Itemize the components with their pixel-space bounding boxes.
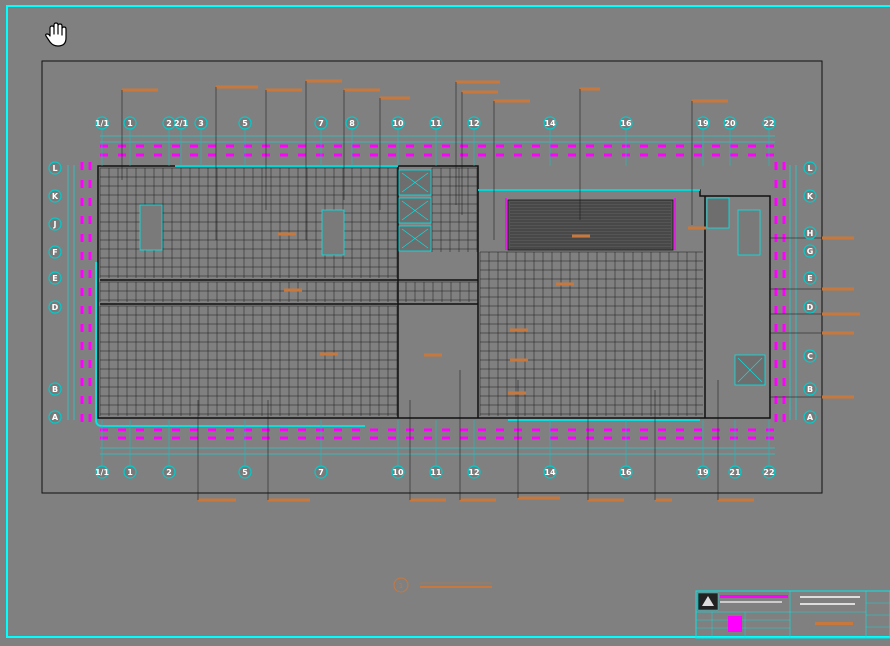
svg-text:14: 14 [544, 468, 556, 477]
grid-bubble-top: 12 [467, 116, 481, 130]
svg-text:D: D [52, 303, 59, 312]
svg-text:D: D [807, 303, 814, 312]
svg-text:1: 1 [127, 119, 133, 128]
floor-plan-drawing[interactable]: 1/1 1 2 2/1 3 5 7 8 10 11 12 14 16 19 20 221/1 1 2 5 7 10 11 1… [0, 0, 890, 646]
grid-bubble-right: C [803, 349, 817, 363]
svg-text:5: 5 [242, 468, 248, 477]
grid-bubble-right: A [803, 410, 817, 424]
svg-text:F: F [52, 248, 57, 257]
cad-viewport[interactable]: 1/1 1 2 2/1 3 5 7 8 10 11 12 14 16 19 20 22 1/1 1 2 5 7 10 11 1… [0, 0, 890, 646]
svg-text:L: L [52, 164, 57, 173]
grid-bubble-bottom: 21 [728, 465, 742, 479]
grid-bubble-top: 8 [345, 116, 359, 130]
grid-bubble-right: H [803, 226, 817, 240]
grid-bubble-top: 1/1 [95, 116, 109, 130]
grid-bubble-top: 7 [314, 116, 328, 130]
grid-bubble-top: 19 [696, 116, 710, 130]
svg-text:B: B [52, 385, 58, 394]
grid-bubble-bottom: 19 [696, 465, 710, 479]
grid-bubble-bottom: 22 [762, 465, 776, 479]
grid-bubble-top: 11 [429, 116, 443, 130]
svg-text:21: 21 [729, 468, 741, 477]
svg-text:11: 11 [430, 119, 442, 128]
grid-bubble-right: B [803, 382, 817, 396]
grid-bubble-right: E [803, 271, 817, 285]
grid-bubble-top: 3 [194, 116, 208, 130]
svg-text:12: 12 [468, 119, 479, 128]
grid-bubble-left: F [48, 245, 62, 259]
grid-bubble-right: K [803, 189, 817, 203]
grid-bubble-bottom: 2 [162, 465, 176, 479]
svg-text:3: 3 [198, 119, 204, 128]
svg-text:E: E [52, 274, 57, 283]
svg-text:20: 20 [724, 119, 736, 128]
grid-bubble-left: A [48, 410, 62, 424]
svg-text:11: 11 [430, 468, 442, 477]
svg-text:19: 19 [697, 468, 709, 477]
grid-bubble-top: 5 [238, 116, 252, 130]
grid-bubble-bottom: 16 [619, 465, 633, 479]
grid-bubble-top: 22 [762, 116, 776, 130]
svg-text:16: 16 [620, 119, 632, 128]
grid-bubble-left: D [48, 300, 62, 314]
drawing-title: 1 [393, 577, 492, 593]
svg-text:2/1: 2/1 [174, 119, 188, 128]
svg-text:1/1: 1/1 [95, 468, 109, 477]
grid-bubble-bottom: 14 [543, 465, 557, 479]
grid-bubble-left: L [48, 161, 62, 175]
grid-bubble-left: K [48, 189, 62, 203]
svg-text:L: L [807, 164, 812, 173]
svg-text:K: K [52, 192, 59, 201]
svg-text:K: K [807, 192, 814, 201]
svg-text:2: 2 [166, 119, 172, 128]
svg-text:J: J [53, 220, 57, 229]
svg-text:2: 2 [166, 468, 172, 477]
svg-text:E: E [807, 274, 812, 283]
hand-pan-icon[interactable] [44, 22, 68, 48]
grid-bubble-top: 20 [723, 116, 737, 130]
grid-bubble-top: 14 [543, 116, 557, 130]
grid-bubble-left: B [48, 382, 62, 396]
grid-bubble-bottom: 11 [429, 465, 443, 479]
svg-text:A: A [52, 413, 59, 422]
grid-bubble-top: 16 [619, 116, 633, 130]
grid-bubble-right: D [803, 300, 817, 314]
grid-bubble-top: 1 [123, 116, 137, 130]
svg-text:8: 8 [349, 119, 355, 128]
auditorium-seating [505, 198, 676, 251]
grid-bubble-bottom: 5 [238, 465, 252, 479]
drawing-number: 1 [399, 582, 403, 590]
grid-bubble-bottom: 7 [314, 465, 328, 479]
svg-text:16: 16 [620, 468, 632, 477]
svg-text:14: 14 [544, 119, 556, 128]
svg-text:10: 10 [392, 119, 404, 128]
svg-text:12: 12 [468, 468, 479, 477]
title-block [695, 590, 890, 639]
grid-axis-bubbles: 1/1 1 2 2/1 3 5 7 8 10 11 12 14 16 19 20 221/1 1 2 5 7 10 11 1… [48, 116, 817, 479]
grid-bubble-left: E [48, 271, 62, 285]
svg-text:22: 22 [763, 468, 774, 477]
grid-bubble-bottom: 12 [467, 465, 481, 479]
grid-bubble-top: 2/1 [174, 116, 188, 130]
svg-text:1: 1 [127, 468, 133, 477]
svg-text:G: G [807, 247, 814, 256]
svg-text:7: 7 [318, 119, 324, 128]
grid-bubble-right: G [803, 244, 817, 258]
svg-text:22: 22 [763, 119, 774, 128]
svg-text:1/1: 1/1 [95, 119, 109, 128]
svg-text:B: B [807, 385, 813, 394]
svg-text:H: H [807, 229, 814, 238]
svg-text:10: 10 [392, 468, 404, 477]
grid-bubble-bottom: 1/1 [95, 465, 109, 479]
svg-text:7: 7 [318, 468, 324, 477]
svg-text:19: 19 [697, 119, 709, 128]
grid-bubble-left: J [48, 217, 62, 231]
svg-text:A: A [807, 413, 814, 422]
grid-bubble-bottom: 10 [391, 465, 405, 479]
svg-text:C: C [807, 352, 813, 361]
grid-bubble-bottom: 1 [123, 465, 137, 479]
grid-bubble-top: 10 [391, 116, 405, 130]
svg-text:5: 5 [242, 119, 248, 128]
grid-bubble-right: L [803, 161, 817, 175]
